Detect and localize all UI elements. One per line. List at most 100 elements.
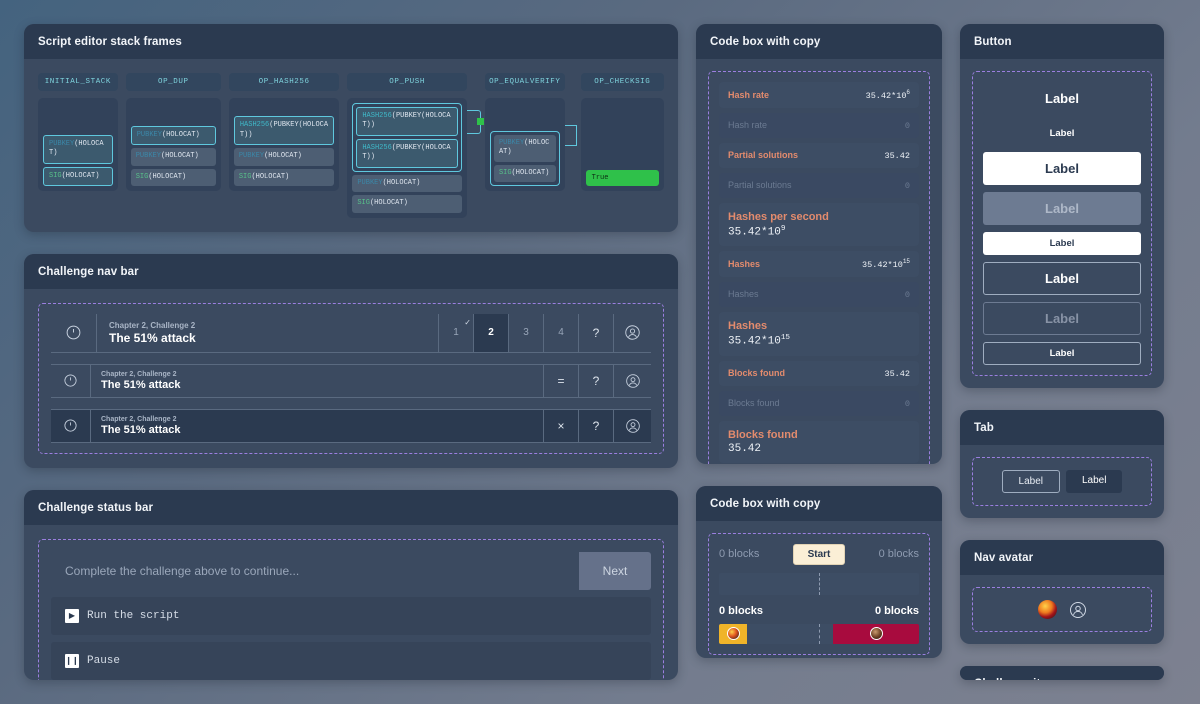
nav-number-label: 4 bbox=[558, 327, 564, 338]
avatar-list bbox=[983, 600, 1141, 619]
code-box-row[interactable]: Partial solutions 0 bbox=[719, 173, 919, 198]
code-box-row[interactable]: Hash rate 35.42*106 bbox=[719, 82, 919, 108]
start-button[interactable]: Start bbox=[793, 544, 846, 565]
next-button[interactable]: Next bbox=[579, 552, 651, 590]
stack-item[interactable]: PUBKEY(HOLOCAT) bbox=[131, 148, 216, 165]
code-box-row[interactable]: Blocks found 35.42 bbox=[719, 421, 919, 463]
panel-body: Complete the challenge above to continue… bbox=[24, 525, 678, 680]
nav-number-2[interactable]: 2 bbox=[473, 314, 508, 352]
status-row-pause[interactable]: ❙❙ Pause bbox=[51, 642, 651, 680]
status-row-run[interactable]: ▶ Run the script bbox=[51, 597, 651, 635]
code-box-row[interactable]: Hash rate 0 bbox=[719, 113, 919, 138]
stack-item[interactable]: SIG(HOLOCAT) bbox=[494, 165, 556, 182]
stack-item-arg: (HOLOCAT) bbox=[251, 173, 289, 181]
progress-bar-empty bbox=[719, 573, 919, 595]
stack-frame: OP_EQUALVERIFY PUBKEY(HOLOCAT) SIG(HOLOC… bbox=[485, 73, 565, 218]
code-box-row[interactable]: Hashes 35.42*1015 bbox=[719, 251, 919, 277]
equal-marker bbox=[477, 118, 484, 125]
stack-frame-body: PUBKEY(HOLOCAT) SIG(HOLOCAT) bbox=[485, 98, 565, 191]
right-column: Button Label Label Label Label Label Lab… bbox=[960, 24, 1164, 680]
panel-title: Code box with copy bbox=[710, 36, 928, 48]
code-box-label: Partial solutions bbox=[728, 180, 792, 190]
panel-button: Button Label Label Label Label Label Lab… bbox=[960, 24, 1164, 388]
stack-frame-body: PUBKEY(HOLOCAT) SIG(HOLOCAT) bbox=[38, 98, 118, 191]
code-box-value: 35.42*1015 bbox=[728, 334, 790, 348]
stack-item[interactable]: HASH256(PUBKEY(HOLOCAT)) bbox=[356, 139, 458, 168]
close-icon[interactable]: × bbox=[543, 410, 578, 442]
code-box-value: 35.42*109 bbox=[728, 225, 785, 239]
nav-bar-preview: Chapter 2, Challenge 2 The 51% attack 1✓… bbox=[38, 303, 664, 454]
avatar-icon[interactable] bbox=[613, 365, 651, 397]
status-message-run: ▶ Run the script bbox=[51, 597, 651, 635]
code-box-row[interactable]: Hashes per second 35.42*109 bbox=[719, 203, 919, 247]
power-icon[interactable] bbox=[51, 410, 91, 442]
code-box-row[interactable]: Partial solutions 35.42 bbox=[719, 143, 919, 168]
challenge-label: Chapter 2, Challenge 2 The 51% attack bbox=[91, 410, 543, 442]
stack-frame: OP_DUP PUBKEY(HOLOCAT) PUBKEY(HOLOCAT) S… bbox=[126, 73, 221, 218]
avatar-icon[interactable] bbox=[613, 410, 651, 442]
button-primary-small[interactable]: Label bbox=[983, 122, 1141, 145]
chapter-label: Chapter 2, Challenge 2 bbox=[101, 416, 533, 423]
code-box-value-exponent: 15 bbox=[903, 258, 910, 265]
panel-challenge-nav-bar: Challenge nav bar Chapter 2, Challenge 2… bbox=[24, 254, 678, 468]
stack-item-fn: PUBKEY bbox=[357, 179, 382, 187]
power-icon[interactable] bbox=[51, 314, 97, 352]
progress-midline bbox=[819, 624, 820, 644]
code-box-preview: Hash rate 35.42*106 Hash rate 0 Partial … bbox=[708, 71, 930, 464]
user-avatar-icon[interactable] bbox=[1069, 601, 1087, 619]
avatar-icon[interactable] bbox=[613, 314, 651, 352]
stack-frame-op: OP_EQUALVERIFY bbox=[485, 73, 565, 91]
status-message-pause: ❙❙ Pause bbox=[51, 642, 651, 680]
middle-column: Code box with copy Hash rate 35.42*106 H… bbox=[696, 24, 942, 680]
miner-avatar-icon[interactable] bbox=[1038, 600, 1057, 619]
stack-item[interactable]: SIG(HOLOCAT) bbox=[131, 169, 216, 186]
code-box-value: 35.42 bbox=[884, 369, 910, 379]
help-icon[interactable]: ? bbox=[578, 314, 613, 352]
panel-header: Challenge nav bar bbox=[24, 254, 678, 289]
pause-icon: ❙❙ bbox=[65, 654, 79, 668]
stack-item[interactable]: HASH256(PUBKEY(HOLOCAT)) bbox=[356, 107, 458, 136]
stack-item[interactable]: SIG(HOLOCAT) bbox=[352, 195, 462, 212]
status-row-list: Complete the challenge above to continue… bbox=[51, 552, 651, 680]
stack-item[interactable]: PUBKEY(HOLOCAT) bbox=[43, 135, 113, 164]
panel-header: Code box with copy bbox=[696, 24, 942, 59]
stack-item[interactable]: PUBKEY(HOLOCAT) bbox=[494, 135, 556, 162]
tab-active[interactable]: Label bbox=[1066, 470, 1122, 493]
code-box-row[interactable]: Hashes 0 bbox=[719, 282, 919, 307]
button-primary[interactable]: Label bbox=[983, 82, 1141, 115]
menu-icon[interactable]: = bbox=[543, 365, 578, 397]
stack-item-fn: SIG bbox=[499, 169, 512, 177]
button-outline-small[interactable]: Label bbox=[983, 342, 1141, 365]
mining-footer: 0 blocks 0 blocks bbox=[719, 605, 919, 617]
nav-number-4[interactable]: 4 bbox=[543, 314, 578, 352]
stack-item[interactable]: PUBKEY(HOLOCAT) bbox=[234, 148, 335, 165]
stack-item-true[interactable]: True bbox=[586, 170, 659, 186]
stack-item[interactable]: SIG(HOLOCAT) bbox=[43, 167, 113, 186]
stack-item-fn: SIG bbox=[239, 173, 252, 181]
button-inverted[interactable]: Label bbox=[983, 152, 1141, 185]
code-box-label: Hashes bbox=[728, 259, 760, 269]
help-icon[interactable]: ? bbox=[578, 365, 613, 397]
code-box-value: 35.42 bbox=[728, 443, 761, 455]
stack-item[interactable]: PUBKEY(HOLOCAT) bbox=[131, 126, 216, 145]
tab-list: Label Label bbox=[983, 470, 1141, 493]
progress-segment-gap bbox=[747, 624, 833, 644]
nav-number-1[interactable]: 1✓ bbox=[438, 314, 473, 352]
tab-inactive[interactable]: Label bbox=[1002, 470, 1060, 493]
code-box-label: Partial solutions bbox=[728, 150, 798, 160]
stack-item[interactable]: PUBKEY(HOLOCAT) bbox=[352, 175, 462, 192]
power-icon[interactable] bbox=[51, 365, 91, 397]
stack-item[interactable]: SIG(HOLOCAT) bbox=[234, 169, 335, 186]
stack-item-arg: (HOLOCAT) bbox=[370, 199, 408, 207]
code-box-row[interactable]: Blocks found 0 bbox=[719, 391, 919, 416]
nav-number-3[interactable]: 3 bbox=[508, 314, 543, 352]
code-box-row[interactable]: Hashes 35.42*1015 bbox=[719, 312, 919, 356]
help-icon[interactable]: ? bbox=[578, 410, 613, 442]
button-outline[interactable]: Label bbox=[983, 262, 1141, 295]
code-box-row[interactable]: Blocks found 35.42 bbox=[719, 361, 919, 386]
button-inverted-small[interactable]: Label bbox=[983, 232, 1141, 255]
stack-item-arg: (HOLOCAT) bbox=[161, 152, 199, 160]
panel-tab: Tab Label Label bbox=[960, 410, 1164, 518]
stack-item[interactable]: HASH256(PUBKEY(HOLOCAT)) bbox=[234, 116, 335, 145]
status-message-text: Run the script bbox=[87, 610, 179, 622]
